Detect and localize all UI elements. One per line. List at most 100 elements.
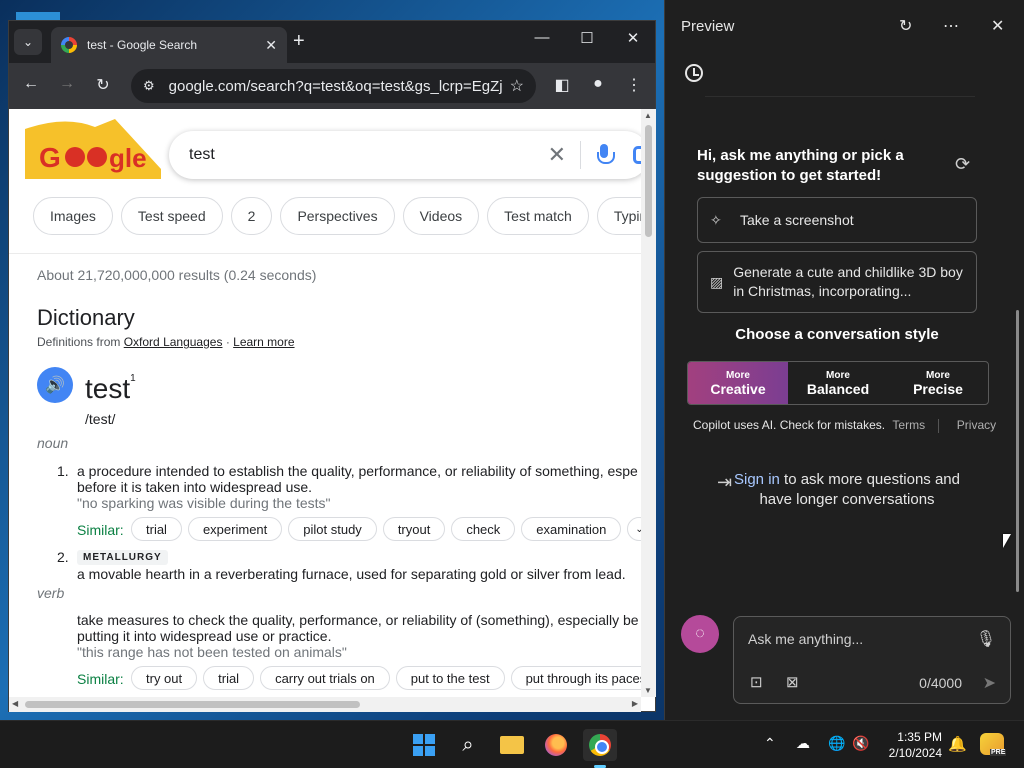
- voice-search-icon[interactable]: [597, 144, 615, 166]
- chip-test-match[interactable]: Test match: [487, 197, 589, 235]
- close-pane-icon[interactable]: ✕: [991, 16, 1004, 36]
- microphone-icon[interactable]: 🎙: [976, 629, 996, 649]
- tab-search-button[interactable]: ⌄: [14, 29, 42, 55]
- similar-chip[interactable]: trial: [131, 517, 182, 541]
- google-favicon-icon: [61, 37, 77, 53]
- clear-search-icon[interactable]: ✕: [548, 142, 566, 168]
- similar-chip[interactable]: trial: [203, 666, 255, 690]
- reload-button[interactable]: ↻: [91, 75, 115, 95]
- chip-images[interactable]: Images: [33, 197, 113, 235]
- scrollbar-thumb[interactable]: [645, 125, 652, 237]
- vertical-scrollbar[interactable]: ▲ ▼: [641, 109, 656, 697]
- sign-in-link[interactable]: Sign in: [734, 471, 780, 488]
- scroll-up-arrow-icon[interactable]: ▲: [644, 111, 652, 120]
- chip-videos[interactable]: Videos: [402, 197, 480, 235]
- oxford-languages-link[interactable]: Oxford Languages: [124, 335, 223, 349]
- browser-toolbar: ← → ↻ ⚙ google.com/search?q=test&oq=test…: [9, 63, 655, 109]
- similar-words-1: trial experiment pilot study tryout chec…: [131, 517, 641, 541]
- bookmark-star-icon[interactable]: ☆: [510, 76, 524, 96]
- start-button[interactable]: [407, 729, 441, 761]
- search-box[interactable]: test ✕: [169, 131, 641, 179]
- similar-chip[interactable]: examination: [521, 517, 622, 541]
- new-tab-button[interactable]: +: [293, 30, 305, 53]
- scroll-down-arrow-icon[interactable]: ▼: [644, 686, 652, 695]
- terms-link[interactable]: Terms: [892, 418, 925, 432]
- style-more-label: More: [926, 369, 950, 381]
- send-icon[interactable]: ➤: [983, 673, 996, 693]
- suggestion-screenshot[interactable]: ✧ Take a screenshot: [697, 197, 977, 243]
- similar-chip[interactable]: check: [451, 517, 516, 541]
- forward-button[interactable]: →: [55, 75, 79, 93]
- search-button[interactable]: ⌕: [451, 729, 485, 761]
- similar-chip[interactable]: pilot study: [288, 517, 377, 541]
- pronunciation-speaker-icon[interactable]: 🔊: [37, 367, 73, 403]
- dictionary-word: test1: [85, 373, 136, 405]
- file-explorer-button[interactable]: [495, 729, 529, 761]
- new-topic-icon[interactable]: ◌: [681, 615, 719, 653]
- chat-input-placeholder[interactable]: Ask me anything...: [748, 631, 863, 647]
- learn-more-link[interactable]: Learn more: [233, 335, 294, 349]
- similar-label-2: Similar:: [77, 671, 124, 687]
- suggestion-1-label: Take a screenshot: [740, 211, 854, 228]
- scroll-right-arrow-icon[interactable]: ▶: [632, 699, 638, 708]
- tab-close-icon[interactable]: ✕: [265, 37, 277, 54]
- chrome-icon: [589, 734, 611, 756]
- chip-perspectives[interactable]: Perspectives: [280, 197, 395, 235]
- minimize-button[interactable]: —: [527, 29, 557, 46]
- tab-title: test - Google Search: [87, 38, 198, 52]
- network-icon[interactable]: 🌐: [828, 735, 845, 752]
- new-suggestions-icon[interactable]: ⟳: [955, 154, 970, 175]
- google-lens-icon[interactable]: [633, 146, 641, 164]
- notification-bell-icon[interactable]: 🔔: [948, 735, 967, 753]
- menu-icon[interactable]: ⋮: [622, 75, 646, 95]
- search-icon: ⌕: [462, 733, 474, 756]
- chrome-taskbar-button[interactable]: [583, 729, 617, 761]
- profile-icon[interactable]: ●: [586, 75, 610, 93]
- expand-chevron-icon[interactable]: ⌄: [627, 517, 641, 541]
- clock[interactable]: 1:35 PM 2/10/2024: [884, 729, 942, 761]
- scroll-left-arrow-icon[interactable]: ◀: [12, 699, 18, 708]
- tab-google-search[interactable]: test - Google Search ✕: [51, 27, 287, 63]
- verb-example: "this range has not been tested on anima…: [77, 644, 347, 660]
- show-hidden-icons-icon[interactable]: ⌃: [764, 735, 776, 752]
- more-options-icon[interactable]: ⋯: [943, 16, 959, 36]
- chip-2[interactable]: 2: [230, 197, 273, 235]
- similar-chip[interactable]: tryout: [382, 517, 446, 541]
- similar-chip[interactable]: experiment: [187, 517, 283, 541]
- side-panel-icon[interactable]: ◧: [550, 75, 574, 95]
- similar-chip[interactable]: put through its paces: [510, 666, 641, 690]
- style-balanced-button[interactable]: More Balanced: [788, 362, 888, 404]
- refresh-icon[interactable]: ↻: [899, 16, 912, 36]
- google-doodle-logo[interactable]: G gle: [25, 119, 161, 179]
- style-creative-button[interactable]: More Creative: [688, 362, 788, 404]
- back-button[interactable]: ←: [19, 75, 43, 93]
- maximize-button[interactable]: ☐: [572, 29, 602, 47]
- history-icon[interactable]: [685, 64, 703, 82]
- chip-test-speed[interactable]: Test speed: [120, 197, 223, 235]
- screenshot-icon[interactable]: ⊠: [786, 673, 799, 691]
- image-search-icon[interactable]: ⊡: [750, 673, 763, 691]
- chat-input-box[interactable]: Ask me anything... 🎙 ⊡ ⊠ 0/4000 ➤: [733, 616, 1011, 704]
- def-1-number: 1.: [57, 463, 69, 479]
- style-name: Balanced: [806, 380, 870, 397]
- site-info-icon[interactable]: ⚙: [143, 78, 155, 94]
- copilot-scrollbar[interactable]: [1016, 310, 1019, 592]
- similar-chip[interactable]: put to the test: [395, 666, 505, 690]
- close-window-button[interactable]: ✕: [618, 29, 648, 47]
- chrome-window: ⌄ test - Google Search ✕ + — ☐ ✕ ← → ↻ ⚙…: [8, 20, 656, 712]
- firefox-button[interactable]: [539, 729, 573, 761]
- cloud-offline-icon[interactable]: ☁: [796, 735, 810, 752]
- address-bar[interactable]: ⚙ google.com/search?q=test&oq=test&gs_lc…: [131, 69, 536, 103]
- sign-in-text: to ask more questions and have longer co…: [759, 471, 960, 508]
- suggestion-generate-image[interactable]: ▨ Generate a cute and childlike 3D boy i…: [697, 251, 977, 313]
- conversation-style-title: Choose a conversation style: [735, 326, 939, 343]
- scrollbar-thumb-h[interactable]: [25, 701, 360, 708]
- similar-chip[interactable]: carry out trials on: [260, 666, 390, 690]
- search-query[interactable]: test: [189, 146, 548, 164]
- volume-muted-icon[interactable]: 🔇: [852, 735, 869, 752]
- style-precise-button[interactable]: More Precise: [888, 362, 988, 404]
- privacy-link[interactable]: Privacy: [957, 418, 996, 432]
- horizontal-scrollbar[interactable]: ◀ ▶: [9, 697, 641, 712]
- chip-typing[interactable]: Typing: [596, 197, 641, 235]
- similar-chip[interactable]: try out: [131, 666, 198, 690]
